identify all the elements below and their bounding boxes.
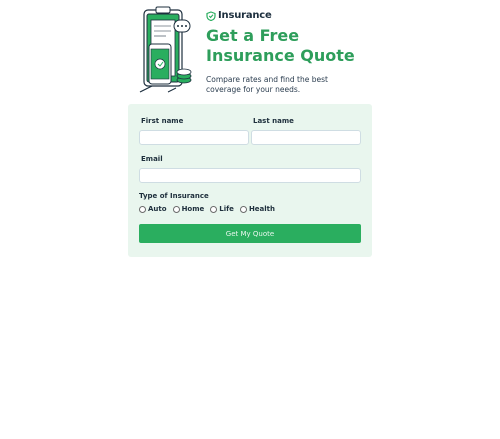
radio-option-life[interactable]: Life bbox=[210, 205, 234, 213]
brand-logo[interactable]: Insurance bbox=[206, 10, 272, 21]
email-label: Email bbox=[141, 155, 163, 163]
page-subtitle: Compare rates and find the best coverage… bbox=[206, 75, 328, 94]
brand-name: Insurance bbox=[218, 10, 272, 21]
page-title: Get a Free Insurance Quote bbox=[206, 26, 355, 65]
radio-label: Auto bbox=[148, 205, 167, 213]
get-quote-button-label: Get My Quote bbox=[225, 229, 275, 238]
last-name-label: Last name bbox=[253, 117, 294, 125]
radio-label: Life bbox=[219, 205, 234, 213]
email-field[interactable] bbox=[139, 168, 361, 183]
last-name-field[interactable] bbox=[251, 130, 361, 145]
hero-section: Insurance Get a Free Insurance Quote Com… bbox=[138, 6, 378, 98]
get-quote-button[interactable]: Get My Quote bbox=[139, 224, 361, 243]
clipboard-phone-illustration bbox=[139, 6, 192, 93]
shield-check-icon bbox=[206, 10, 216, 21]
insurance-type-label: Type of Insurance bbox=[139, 192, 209, 200]
first-name-field[interactable] bbox=[139, 130, 249, 145]
radio-option-health[interactable]: Health bbox=[239, 205, 275, 213]
radio-label: Home bbox=[181, 205, 205, 213]
quote-form: First name Last name Email Type of Insur… bbox=[128, 104, 372, 257]
radio-button[interactable] bbox=[239, 205, 247, 213]
insurance-type-radio-group: Auto Home Life Health bbox=[139, 205, 281, 213]
radio-button[interactable] bbox=[139, 205, 146, 213]
radio-option-home[interactable]: Home bbox=[172, 205, 205, 213]
radio-option-auto[interactable]: Auto bbox=[139, 205, 167, 213]
radio-label: Health bbox=[248, 205, 275, 213]
radio-button[interactable] bbox=[172, 205, 180, 213]
first-name-label: First name bbox=[141, 117, 184, 125]
radio-button[interactable] bbox=[210, 205, 218, 213]
quote-page: Insurance Get a Free Insurance Quote Com… bbox=[0, 0, 500, 439]
